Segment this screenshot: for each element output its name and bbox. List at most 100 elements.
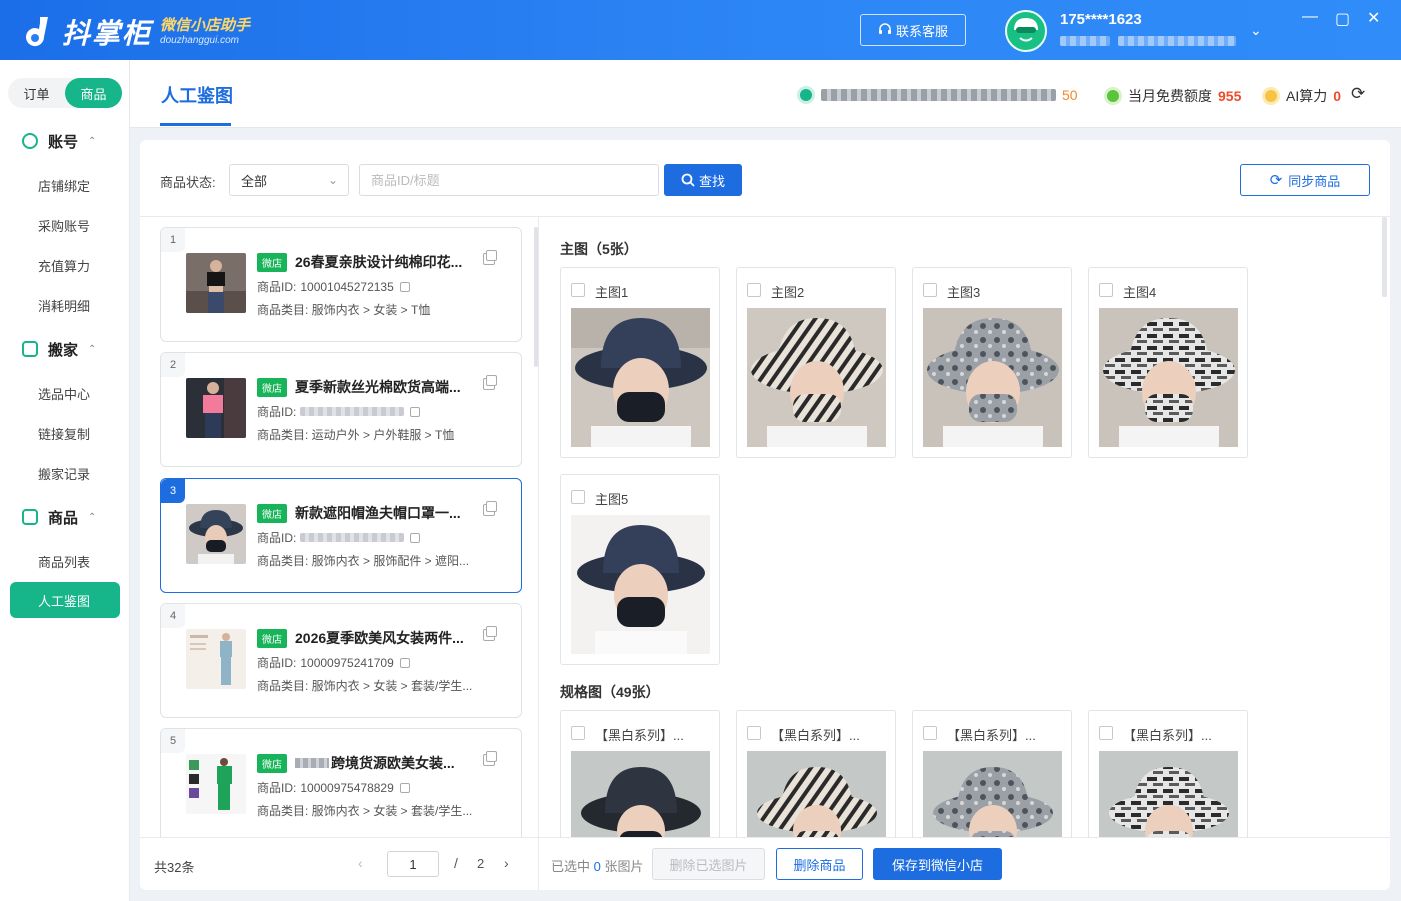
wechat-shop-tag: 微店 (257, 753, 287, 773)
image-checkbox[interactable] (571, 726, 585, 740)
image-card[interactable]: 主图1 (560, 267, 720, 458)
refresh-icon[interactable]: ⟳ (1351, 84, 1365, 104)
sidebar-group-move-label: 搬家 (48, 341, 79, 359)
image-checkbox[interactable] (747, 726, 761, 740)
copy-id-icon[interactable] (399, 281, 410, 292)
page-separator: / (454, 855, 458, 871)
image-card[interactable]: 主图5 (560, 474, 720, 665)
image-checkbox[interactable] (923, 726, 937, 740)
product-category: 商品类目: 服饰内衣 > 女装 > 套装/学生... (257, 679, 473, 693)
spec-image-card[interactable]: 【黑白系列】... (912, 710, 1072, 837)
image-card[interactable]: 主图2 (736, 267, 896, 458)
masked-shop-name (821, 89, 1056, 101)
sidebar-item-product-list[interactable]: 商品列表 (38, 552, 90, 571)
prev-page-icon[interactable]: ‹ (358, 855, 363, 871)
product-title: 2026夏季欧美风女装两件... (295, 630, 464, 646)
delete-selected-images-button[interactable]: 删除已选图片 (652, 848, 765, 880)
product-card[interactable]: 5 微店 跨境货源欧美女装... 商品ID: 10000975478829 商品… (160, 728, 522, 837)
copy-icon[interactable] (483, 626, 497, 641)
sidebar-group-account[interactable]: 账号 ⌃ (0, 129, 130, 153)
image-checkbox[interactable] (571, 283, 585, 297)
spec-image-card[interactable]: 【黑白系列】... (560, 710, 720, 837)
image-checkbox[interactable] (1099, 283, 1113, 297)
column-divider (538, 217, 539, 890)
chevron-up-icon: ⌃ (88, 343, 97, 355)
image-checkbox[interactable] (923, 283, 937, 297)
product-card[interactable]: 1 微店 26春夏亲肤设计纯棉印花... 商品ID: 1000104527213… (160, 227, 522, 342)
sidebar-item-selection-center[interactable]: 选品中心 (38, 384, 90, 403)
copy-icon[interactable] (483, 375, 497, 390)
product-image (923, 308, 1062, 447)
seg-orders-tab[interactable]: 订单 (8, 78, 65, 108)
product-id-masked (300, 533, 405, 542)
contact-support-button[interactable]: 联系客服 (860, 14, 966, 46)
image-card[interactable]: 主图4 (1088, 267, 1248, 458)
sidebar-group-goods[interactable]: 商品 ⌃ (0, 505, 130, 529)
copy-id-icon[interactable] (410, 532, 421, 543)
copy-id-icon[interactable] (399, 782, 410, 793)
copy-id-icon[interactable] (410, 406, 421, 417)
delete-product-button[interactable]: 删除商品 (776, 848, 863, 880)
quota-monthly-free: 当月免费额度 955 (1104, 86, 1241, 106)
account-dropdown-chevron-icon[interactable]: ⌄ (1250, 22, 1262, 39)
image-label: 【黑白系列】... (595, 728, 684, 743)
spec-image-card[interactable]: 【黑白系列】... (736, 710, 896, 837)
sidebar-item-manual-review[interactable]: 人工鉴图 (10, 582, 120, 618)
seg-products-tab[interactable]: 商品 (65, 78, 122, 108)
search-input[interactable] (359, 164, 659, 196)
image-checkbox[interactable] (1099, 726, 1113, 740)
status-select[interactable]: 全部 ⌄ (229, 164, 349, 196)
sidebar-item-move-records[interactable]: 搬家记录 (38, 464, 90, 483)
shop-quota-value: 50 (1062, 87, 1078, 103)
product-card[interactable]: 4 微店 2026夏季欧美风女装两件... 商品ID: 100009752417… (160, 603, 522, 718)
product-title: 夏季新款丝光棉欧货高端... (295, 379, 461, 395)
sidebar-item-recharge[interactable]: 充值算力 (38, 256, 90, 275)
product-card-selected[interactable]: 3 微店 新款遮阳帽渔夫帽口罩一... 商品ID: 商品类目: 服饰内衣 > 服… (160, 478, 522, 593)
product-image (571, 308, 710, 447)
sidebar-item-shop-binding[interactable]: 店铺绑定 (38, 176, 90, 195)
sidebar-item-consumption[interactable]: 消耗明细 (38, 296, 90, 315)
product-card[interactable]: 2 微店 夏季新款丝光棉欧货高端... 商品ID: 商品类目: 运动户外 > 户… (160, 352, 522, 467)
user-avatar[interactable] (1005, 10, 1047, 52)
minimize-window-icon[interactable]: — (1302, 8, 1318, 26)
sidebar-item-link-copy[interactable]: 链接复制 (38, 424, 90, 443)
page-number-input[interactable]: 1 (387, 851, 439, 877)
sidebar-group-move[interactable]: 搬家 ⌃ (0, 337, 130, 361)
product-category: 商品类目: 服饰内衣 > 女装 > 套装/学生... (257, 804, 473, 818)
spec-image (571, 751, 710, 837)
close-window-icon[interactable]: ✕ (1367, 8, 1380, 28)
product-id-label: 商品ID: (257, 405, 297, 419)
image-checkbox[interactable] (747, 283, 761, 297)
spec-image (747, 751, 886, 837)
product-list-scrollbar[interactable] (534, 227, 538, 367)
sync-products-button[interactable]: ⟳ 同步商品 (1240, 164, 1370, 196)
selected-count: 0 (593, 859, 601, 874)
copy-icon[interactable] (483, 250, 497, 265)
image-label: 【黑白系列】... (1123, 728, 1212, 743)
sidebar-item-purchase-account[interactable]: 采购账号 (38, 216, 90, 235)
ai-power-label: AI算力 (1286, 88, 1328, 104)
image-area-scrollbar[interactable] (1382, 217, 1387, 297)
image-checkbox[interactable] (571, 490, 585, 504)
product-index: 2 (161, 353, 185, 377)
logo-mark-icon (26, 17, 48, 47)
save-to-wechat-shop-button[interactable]: 保存到微信小店 (873, 848, 1002, 880)
app-logo: 抖掌柜 微信小店助手 douzhanggui.com (22, 12, 250, 52)
main-panel: 商品状态: 全部 ⌄ 查找 ⟳ 同步商品 1 微店 26春夏亲肤设计纯棉印花..… (140, 140, 1390, 890)
selected-suffix: 张图片 (604, 859, 644, 874)
copy-icon[interactable] (483, 501, 497, 516)
search-button[interactable]: 查找 (664, 164, 742, 196)
image-card[interactable]: 主图3 (912, 267, 1072, 458)
chevron-up-icon: ⌃ (88, 135, 97, 147)
spec-image-card[interactable]: 【黑白系列】... (1088, 710, 1248, 837)
copy-id-icon[interactable] (399, 657, 410, 668)
next-page-icon[interactable]: › (504, 855, 509, 871)
account-info-masked (1060, 36, 1110, 46)
account-info-masked-2 (1118, 36, 1236, 46)
sidebar-group-account-label: 账号 (48, 133, 79, 151)
maximize-window-icon[interactable]: ▢ (1335, 9, 1350, 29)
total-count: 共32条 (154, 860, 195, 875)
copy-icon[interactable] (483, 751, 497, 766)
sidebar: 订单 商品 账号 ⌃ 店铺绑定 采购账号 充值算力 消耗明细 搬家 ⌃ 选品中心… (0, 60, 130, 901)
tab-manual-review[interactable]: 人工鉴图 (161, 82, 233, 108)
